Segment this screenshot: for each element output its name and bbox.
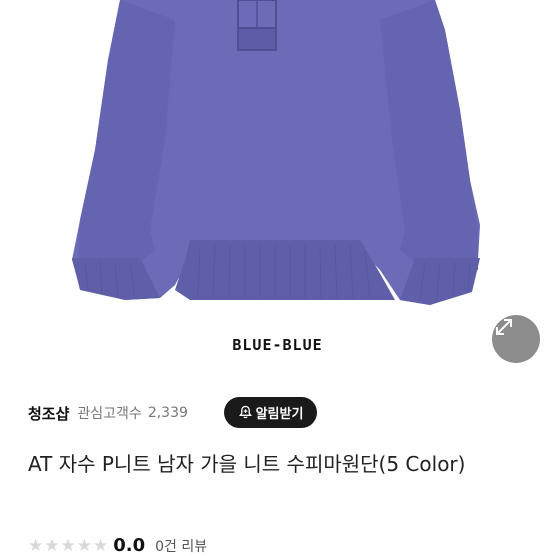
seller-info: 청조샵 관심고객수 2,339 [28,397,188,429]
notify-button[interactable]: 알림받기 [224,397,317,428]
sweater-image [72,0,480,305]
brand-logo: BLUE-BLUE [232,336,323,354]
product-image[interactable]: BLUE-BLUE [0,0,555,375]
review-count[interactable]: 0건 리뷰 [155,536,207,556]
star-icon: ★ [28,535,44,556]
star-icon: ★ [44,535,60,556]
star-icon: ★ [93,535,109,556]
rating-stars: ★ ★ ★ ★ ★ [28,536,109,556]
star-icon: ★ [76,535,92,556]
expand-image-button[interactable] [492,315,540,363]
bell-plus-icon [238,405,252,419]
notify-label: 알림받기 [255,407,304,422]
follower-count: 2,339 [147,405,188,421]
seller-name[interactable]: 청조샵 [28,403,69,424]
star-icon: ★ [60,535,76,556]
follower-label: 관심고객수 [77,406,142,422]
rating-row[interactable]: ★ ★ ★ ★ ★ 0.0 0건 리뷰 [28,535,207,556]
product-title: AT 자수 P니트 남자 가을 니트 수피마원단(5 Color) [28,452,466,476]
expand-arrows-icon [496,319,512,335]
rating-value: 0.0 [113,535,146,556]
